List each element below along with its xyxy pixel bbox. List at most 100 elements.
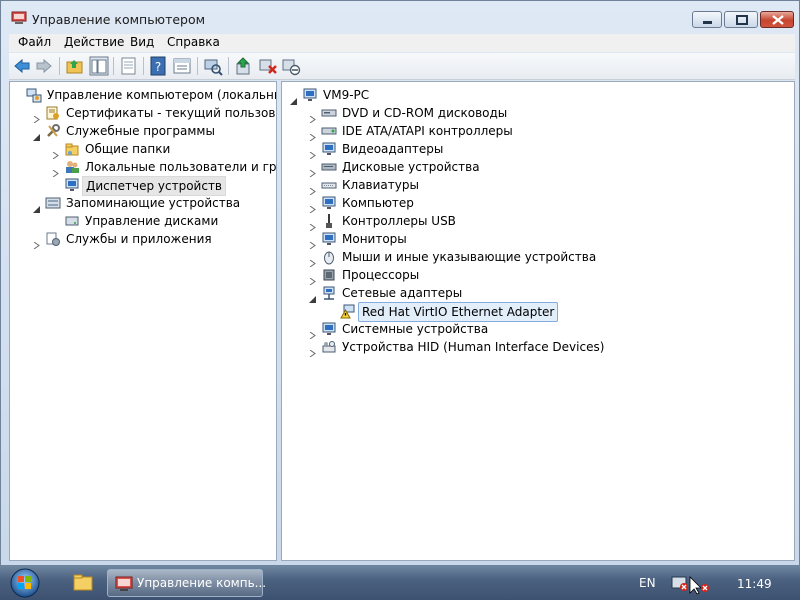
device-tree-pane[interactable]: VM9-PC DVD и CD-ROM дисководы IDE ATA/ATAP… (281, 81, 795, 561)
keyboard-icon (321, 177, 337, 193)
folder-icon (73, 574, 93, 591)
expand-arrow-icon[interactable] (33, 200, 40, 213)
system-devices-icon (321, 321, 337, 337)
computer-management-window: Управление компьютером Файл Действие Вид… (0, 0, 800, 566)
title-bar[interactable]: Управление компьютером (1, 1, 799, 37)
tree-item[interactable]: Локальные пользователи и группы (52, 158, 276, 178)
tree-item[interactable]: Контроллеры USB (309, 212, 789, 232)
tree-item-label: Видеоадаптеры (342, 142, 444, 156)
collapse-arrow-icon[interactable] (33, 236, 40, 250)
tree-item[interactable]: Системные устройства (309, 320, 789, 340)
maximize-button[interactable] (724, 11, 758, 28)
disk-drive-icon (321, 159, 337, 175)
computer-management-app-icon (11, 11, 27, 24)
tree-item[interactable]: Управление дисками (52, 212, 276, 230)
clock[interactable]: 11:49 (737, 577, 772, 591)
explorer-taskbar-button[interactable] (66, 569, 100, 597)
tree-item[interactable]: Клавиатуры (309, 176, 789, 196)
update-driver-icon[interactable] (234, 56, 254, 76)
menu-view[interactable]: Вид (130, 35, 154, 49)
minimize-button[interactable] (692, 11, 722, 28)
tree-item[interactable]: Видеоадаптеры (309, 140, 789, 160)
collapse-arrow-icon[interactable] (309, 146, 316, 160)
tree-item[interactable]: Компьютер (309, 194, 789, 214)
tree-item-label: Управление дисками (85, 214, 219, 228)
tree-item-label: Компьютер (342, 196, 414, 210)
window-title: Управление компьютером (32, 12, 206, 27)
expand-arrow-icon[interactable] (290, 92, 297, 105)
tree-item[interactable]: Процессоры (309, 266, 789, 286)
tree-item[interactable]: Устройства HID (Human Interface Devices) (309, 338, 789, 358)
tree-item[interactable]: Сетевые адаптеры (309, 284, 789, 303)
tree-item-label: Мониторы (342, 232, 407, 246)
collapse-arrow-icon[interactable] (309, 128, 316, 142)
tree-item[interactable]: IDE ATA/ATAPI контроллеры (309, 122, 789, 142)
expand-arrow-icon[interactable] (33, 128, 40, 141)
language-indicator[interactable]: EN (639, 576, 656, 590)
forward-arrow-icon[interactable] (34, 56, 54, 76)
help-icon[interactable]: ? (149, 56, 169, 76)
menu-bar: Файл Действие Вид Справка (9, 34, 795, 52)
start-button[interactable] (6, 567, 44, 599)
collapse-arrow-icon[interactable] (309, 200, 316, 214)
services-apps-icon (45, 231, 61, 247)
show-hide-console-tree-icon[interactable] (89, 56, 109, 76)
disk-management-icon (64, 213, 80, 229)
tree-item[interactable]: DVD и CD-ROM дисководы (309, 104, 789, 124)
collapse-arrow-icon[interactable] (309, 272, 316, 286)
tree-item[interactable]: Управление компьютером (локальным) (14, 86, 276, 104)
up-folder-icon[interactable] (65, 56, 85, 76)
storage-icon (45, 195, 61, 211)
windows-logo-icon (18, 576, 24, 582)
disable-device-icon[interactable] (281, 56, 301, 76)
menu-file[interactable]: Файл (18, 35, 51, 49)
network-status-icon[interactable] (668, 573, 712, 595)
collapse-arrow-icon[interactable] (309, 326, 316, 340)
computer-management-taskbar-button[interactable]: Управление компь... (107, 569, 266, 597)
tree-item[interactable]: Мыши и иные указывающие устройства (309, 248, 789, 268)
tree-item[interactable]: VM9-PC (290, 86, 770, 105)
collapse-arrow-icon[interactable] (309, 110, 316, 124)
tree-item[interactable]: Red Hat VirtIO Ethernet Adapter (328, 302, 794, 322)
collapse-arrow-icon[interactable] (52, 164, 59, 178)
tree-item[interactable]: Службы и приложения (33, 230, 276, 250)
back-arrow-icon[interactable] (12, 56, 32, 76)
tree-item-label: Процессоры (342, 268, 420, 282)
dvd-drive-icon (321, 105, 337, 121)
collapse-arrow-icon[interactable] (309, 182, 316, 196)
collapse-arrow-icon[interactable] (309, 236, 316, 250)
collapse-arrow-icon[interactable] (309, 164, 316, 178)
menu-help[interactable]: Справка (167, 35, 220, 49)
console-tree-pane[interactable]: Управление компьютером (локальным) Сертиф… (9, 81, 277, 561)
toolbar-separator (59, 57, 60, 75)
tree-item[interactable]: Мониторы (309, 230, 789, 250)
properties-sheet-icon[interactable] (119, 56, 139, 76)
usb-icon (321, 213, 337, 229)
uninstall-device-icon[interactable] (258, 56, 278, 76)
expand-arrow-icon[interactable] (309, 290, 316, 303)
device-manager-icon (64, 177, 80, 193)
tree-item[interactable]: Запоминающие устройства (33, 194, 276, 213)
toolbar-separator (228, 57, 229, 75)
scan-hardware-icon[interactable] (203, 56, 223, 76)
tree-item[interactable]: Дисковые устройства (309, 158, 789, 178)
close-button[interactable] (760, 11, 794, 28)
collapse-arrow-icon[interactable] (52, 146, 59, 160)
collapse-arrow-icon[interactable] (309, 218, 316, 232)
menu-action[interactable]: Действие (64, 35, 124, 49)
collapse-arrow-icon[interactable] (309, 344, 316, 358)
tree-item[interactable]: Служебные программы (33, 122, 276, 141)
collapse-arrow-icon[interactable] (33, 110, 40, 124)
tree-item[interactable]: Сертификаты - текущий пользователь (33, 104, 276, 124)
tree-item[interactable]: Диспетчер устройств (52, 176, 276, 196)
computer-management-app-icon (115, 576, 133, 591)
tree-item-label: DVD и CD-ROM дисководы (342, 106, 508, 120)
collapse-arrow-icon[interactable] (309, 254, 316, 268)
network-adapter-warning-icon (340, 303, 356, 319)
tree-item[interactable]: Общие папки (52, 140, 276, 160)
tree-item-label: Служебные программы (66, 124, 215, 138)
toolbar: ? (9, 53, 795, 80)
action-pane-icon[interactable] (172, 56, 192, 76)
tree-item-label: Контроллеры USB (342, 214, 456, 228)
